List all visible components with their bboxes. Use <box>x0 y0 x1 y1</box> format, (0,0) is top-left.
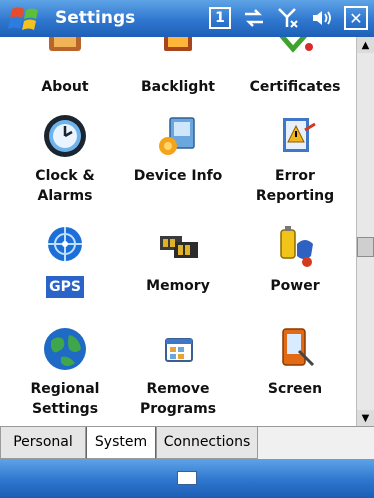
memory-icon <box>160 236 198 258</box>
sim-icon[interactable]: 1 <box>208 6 232 30</box>
vertical-scrollbar[interactable]: ▲ ▼ <box>356 37 374 426</box>
settings-item-remove-programs[interactable]: Remove Programs <box>123 325 233 419</box>
settings-item-label: Device Info <box>133 168 223 184</box>
settings-item-label: Error Reporting <box>255 168 335 204</box>
settings-item-label: GPS <box>46 276 84 298</box>
settings-item-memory[interactable]: Memory <box>123 222 233 296</box>
settings-item-regional-settings[interactable]: Regional Settings <box>10 325 120 419</box>
settings-item-device-info[interactable]: Device Info <box>123 112 233 186</box>
tab-personal[interactable]: Personal <box>0 427 86 459</box>
start-flag-icon[interactable] <box>8 6 44 32</box>
screen-icon <box>282 328 315 367</box>
settings-item-power[interactable]: Power <box>240 222 350 296</box>
settings-item-label: Remove Programs <box>139 381 217 417</box>
about-icon <box>49 37 81 51</box>
window-title: Settings <box>55 8 136 28</box>
tab-connections[interactable]: Connections <box>156 427 258 459</box>
settings-item-certificates[interactable]: Certificates <box>240 37 350 97</box>
remove-programs-icon <box>165 338 193 362</box>
settings-item-label: Power <box>270 278 320 294</box>
settings-item-label: About <box>41 79 89 95</box>
settings-item-label: Screen <box>267 381 323 397</box>
settings-item-backlight[interactable]: Backlight <box>123 37 233 97</box>
scroll-down-icon[interactable]: ▼ <box>357 410 374 426</box>
scroll-up-icon[interactable]: ▲ <box>357 37 374 53</box>
close-icon[interactable]: ✕ <box>344 6 368 30</box>
power-icon <box>280 226 313 267</box>
keyboard-icon[interactable] <box>177 471 197 485</box>
settings-item-screen[interactable]: Screen <box>240 325 350 399</box>
certificates-icon <box>279 37 313 53</box>
settings-item-label: Memory <box>146 278 210 294</box>
regional-settings-icon <box>44 328 86 370</box>
settings-item-label: Backlight <box>140 79 215 95</box>
backlight-icon <box>164 37 192 51</box>
clock-icon <box>44 115 86 157</box>
device-info-icon <box>159 117 195 155</box>
gps-icon <box>48 227 82 261</box>
tab-strip: Personal System Connections <box>0 426 374 459</box>
settings-item-about[interactable]: About <box>10 37 120 97</box>
error-reporting-icon <box>283 118 316 152</box>
settings-item-gps[interactable]: GPS <box>10 222 120 298</box>
settings-item-clock-alarms[interactable]: Clock & Alarms <box>10 112 120 206</box>
settings-item-error-reporting[interactable]: Error Reporting <box>240 112 350 206</box>
bottom-menu-bar <box>0 459 374 498</box>
connectivity-icon[interactable] <box>242 6 266 30</box>
tab-system[interactable]: System <box>86 427 156 459</box>
settings-grid: About Backlight Certificates Clock & Ala… <box>0 37 356 426</box>
settings-item-label: Certificates <box>249 79 341 95</box>
signal-icon[interactable] <box>276 6 300 30</box>
settings-item-label: Regional Settings <box>30 381 100 417</box>
scrollbar-thumb[interactable] <box>357 237 374 257</box>
settings-item-label: Clock & Alarms <box>35 168 95 204</box>
title-bar: Settings 1 ✕ <box>0 0 374 37</box>
volume-icon[interactable] <box>310 6 334 30</box>
